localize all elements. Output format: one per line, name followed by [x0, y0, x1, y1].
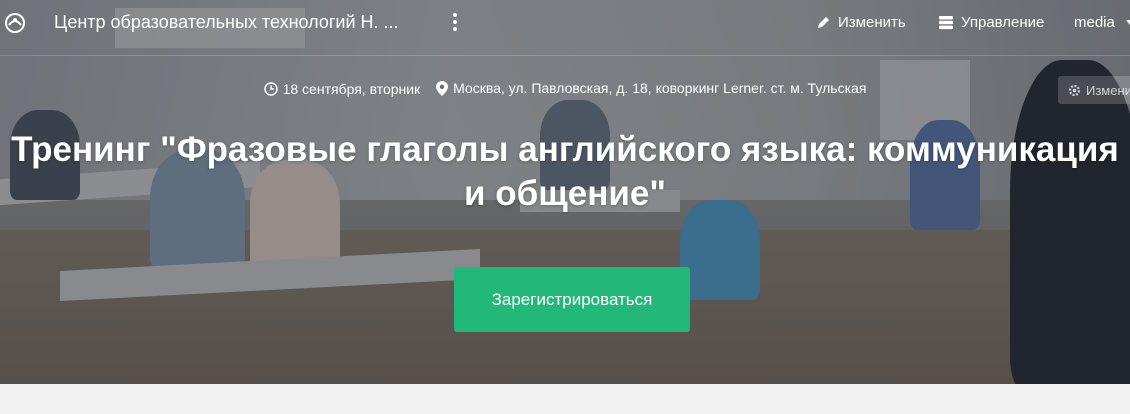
- edit-cover-label: Измени: [1086, 82, 1130, 98]
- top-navigation: Центр образовательных технологий Н. ... …: [0, 0, 1130, 56]
- edit-cover-button[interactable]: Измени: [1058, 76, 1130, 104]
- register-button[interactable]: Зарегистрироваться: [454, 267, 690, 332]
- event-meta: 18 сентября, вторник Москва, ул. Павловс…: [0, 80, 1130, 99]
- edit-button[interactable]: Изменить: [816, 14, 906, 31]
- event-hero: Центр образовательных технологий Н. ... …: [0, 0, 1130, 384]
- page-content-area: [0, 384, 1130, 414]
- server-stack-icon: [939, 16, 953, 30]
- event-title: Тренинг "Фразовые глаголы английского яз…: [11, 130, 1119, 213]
- pencil-icon: [818, 17, 829, 28]
- event-location-text: Москва, ул. Павловская, д. 18, коворкинг…: [453, 80, 867, 96]
- manage-button[interactable]: Управление: [938, 14, 1044, 31]
- user-menu-label: media: [1074, 14, 1115, 31]
- event-date: 18 сентября, вторник: [263, 80, 421, 97]
- site-title[interactable]: Центр образовательных технологий Н. ...: [54, 12, 399, 33]
- brand-logo-icon[interactable]: [4, 12, 26, 34]
- clock-icon: [263, 81, 278, 96]
- kebab-menu-icon[interactable]: [447, 11, 463, 33]
- map-pin-icon: [436, 80, 449, 96]
- user-menu-dropdown[interactable]: media: [1074, 14, 1130, 31]
- event-date-text: 18 сентября, вторник: [282, 80, 421, 97]
- event-location: Москва, ул. Павловская, д. 18, коворкинг…: [436, 80, 866, 96]
- manage-button-label: Управление: [961, 14, 1045, 31]
- edit-button-label: Изменить: [838, 14, 906, 31]
- chevron-down-icon: [1125, 20, 1130, 25]
- gear-icon: [1068, 84, 1081, 96]
